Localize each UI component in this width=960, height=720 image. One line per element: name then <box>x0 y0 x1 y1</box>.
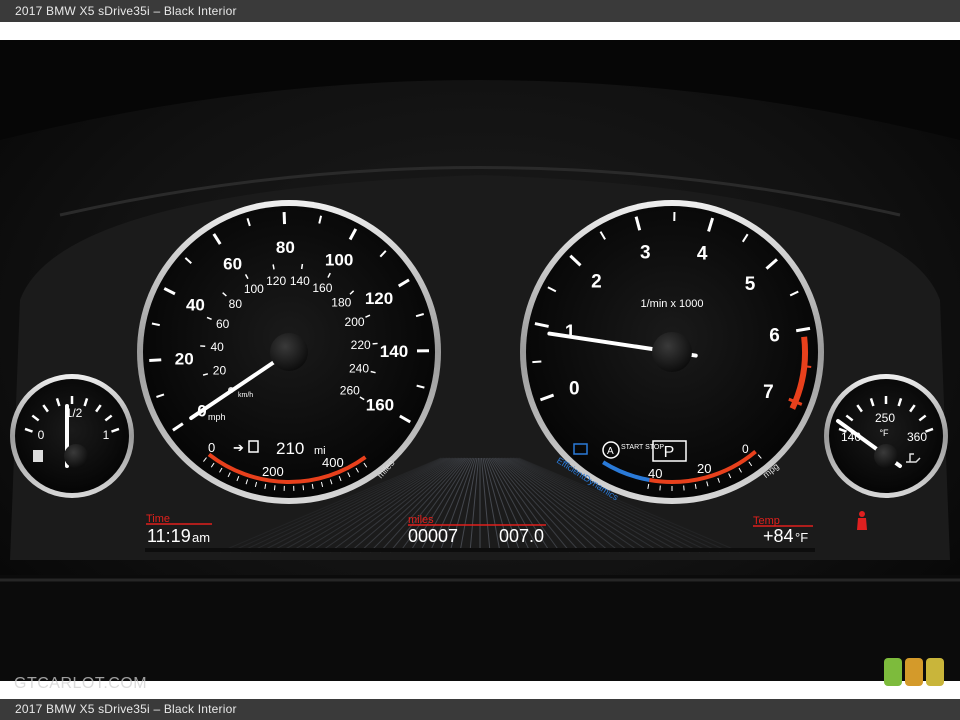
kmh-label: 240 <box>349 362 369 376</box>
miles-label: miles <box>408 514 434 526</box>
mph-label: 80 <box>276 238 295 257</box>
arrow-icon: ➔ <box>233 440 244 455</box>
kmh-label: 80 <box>229 297 243 311</box>
range-zero: 0 <box>208 440 215 455</box>
speed-tick <box>149 358 162 363</box>
kmh-label: 120 <box>266 274 286 288</box>
auto-letter: A <box>607 446 614 457</box>
fuel-pump-icon <box>33 450 43 462</box>
mph-label: 20 <box>175 349 194 368</box>
kmh-label: 260 <box>340 384 360 398</box>
rpm-label: 5 <box>745 274 756 295</box>
mph-unit: mph <box>208 412 226 422</box>
mpg-20: 20 <box>697 461 711 476</box>
kmh-label: 20 <box>213 364 227 378</box>
kmh-label: 60 <box>216 317 230 331</box>
outside-temp-unit: °F <box>795 530 808 545</box>
range-value: 210 <box>276 439 304 458</box>
temp-high: 360 <box>907 430 927 444</box>
mpg-0: 0 <box>742 442 749 456</box>
kmh-tick <box>272 264 275 270</box>
fuel-gauge: 0 1/2 1 <box>10 374 134 498</box>
gear-indicator: P <box>664 444 675 461</box>
rpm-label: 0 <box>569 379 580 400</box>
start-stop-text: START STOP <box>621 444 664 451</box>
caption-bar-bottom: 2017 BMW X5 sDrive35i – Black Interior <box>0 699 960 720</box>
mph-label: 120 <box>365 289 393 308</box>
mph-label: 60 <box>223 254 242 273</box>
rpm-tick <box>532 360 542 364</box>
frame-strip-top <box>0 22 960 40</box>
time-suffix: am <box>192 530 210 545</box>
rpm-label: 3 <box>640 242 651 263</box>
oil-temp-gauge: 140 250 °F 360 <box>824 374 948 498</box>
mph-label: 140 <box>380 342 408 361</box>
swatch-orange <box>905 658 923 686</box>
kmh-unit: km/h <box>238 392 253 399</box>
kmh-label: 100 <box>244 282 264 296</box>
rpm-label: 6 <box>769 325 780 346</box>
mph-label: 100 <box>325 251 353 270</box>
swatch-green <box>884 658 902 686</box>
rpm-label: 2 <box>591 272 602 293</box>
speedometer-hub <box>270 333 308 371</box>
kmh-label: 180 <box>331 296 351 310</box>
fuel-empty: 0 <box>38 428 45 442</box>
temp-hub <box>874 444 898 468</box>
tachometer: 0 1 2 3 4 5 6 7 1/min x 1000 A START STOP P 0 2… <box>520 200 824 504</box>
outside-temp: +84 <box>763 526 794 546</box>
time-label: Time <box>146 513 170 525</box>
trip-meter: 007.0 <box>499 526 544 546</box>
fuel-hub <box>64 444 88 468</box>
caption-bar-top: 2017 BMW X5 sDrive35i – Black Interior <box>0 0 960 22</box>
kmh-label: 140 <box>290 274 310 288</box>
mph-label: 160 <box>366 396 394 415</box>
caption-text: 2017 BMW X5 sDrive35i – Black Interior <box>15 4 237 18</box>
kmh-label: 40 <box>210 340 224 354</box>
temp-unit: °F <box>879 428 889 438</box>
kmh-label: 200 <box>345 315 365 329</box>
range-tick <box>273 485 276 491</box>
time-value: 11:19 <box>147 526 191 546</box>
caption-text: 2017 BMW X5 sDrive35i – Black Interior <box>15 702 237 716</box>
watermark-swatches <box>884 658 944 686</box>
speedometer: 020406080100120140160 204060801001201401… <box>137 200 441 504</box>
swatch-yellow <box>926 658 944 686</box>
kmh-tick <box>300 263 304 270</box>
display-baseline <box>145 548 815 552</box>
tachometer-hub <box>652 332 692 372</box>
temp-mid: 250 <box>875 411 895 425</box>
rpm-label: 7 <box>763 382 774 403</box>
lower-dash <box>0 575 960 681</box>
kmh-label: 220 <box>351 338 371 352</box>
watermark: GTCARLOT.COM <box>14 675 148 692</box>
kmh-label: 160 <box>312 281 332 295</box>
mph-label: 40 <box>186 295 205 314</box>
rpm-label: 1 <box>565 322 576 343</box>
rpm-unit-label: 1/min x 1000 <box>641 298 704 310</box>
range-400: 400 <box>322 455 344 470</box>
odometer: 00007 <box>408 526 458 546</box>
instrument-cluster-photo: 020406080100120140160 204060801001201401… <box>0 40 960 681</box>
range-200: 200 <box>262 464 284 479</box>
rpm-label: 4 <box>697 243 708 264</box>
instrument-cluster: 020406080100120140160 204060801001201401… <box>0 40 960 681</box>
fuel-full: 1 <box>103 428 110 442</box>
range-tick <box>302 485 305 491</box>
